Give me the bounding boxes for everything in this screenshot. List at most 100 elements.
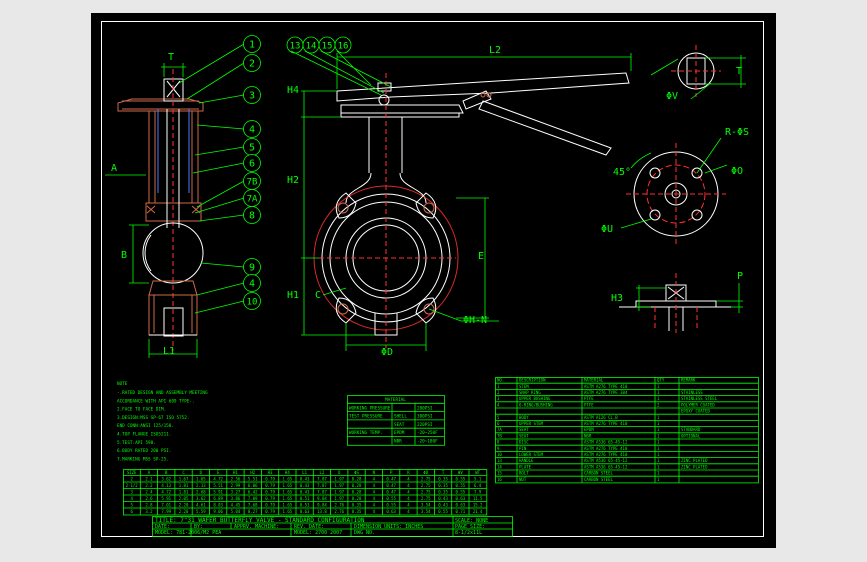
dim-table-cell: 0.35 bbox=[438, 489, 448, 494]
dim-L2: L2 bbox=[489, 45, 501, 56]
balloon-label: 2 bbox=[249, 59, 255, 70]
dim-table-cell: 0.79 bbox=[265, 502, 275, 507]
dim-table-header: H1 bbox=[233, 470, 238, 475]
parts-cell: ASTM A276 TYPE 304 bbox=[584, 390, 628, 395]
dim-table-cell: 7.87 bbox=[317, 483, 327, 488]
parts-cell: 7B bbox=[497, 433, 502, 438]
dim-table-cell: 1.97 bbox=[334, 489, 344, 494]
dim-table-cell: 0.79 bbox=[265, 496, 275, 501]
parts-cell: 7A bbox=[497, 427, 502, 432]
dim-table-cell: 2.75 bbox=[421, 496, 431, 501]
note-line: 6.BODY RATED 200 PSI. bbox=[117, 448, 171, 454]
parts-cell: 3 bbox=[497, 396, 500, 401]
dim-table-cell: 2.68 bbox=[196, 489, 206, 494]
balloon-label: 5 bbox=[249, 143, 255, 154]
dim-table-cell: 7.9 bbox=[474, 489, 482, 494]
dim-table-cell: 6.4 bbox=[474, 483, 482, 488]
balloon-label: 4 bbox=[249, 279, 255, 290]
balloon: 4 bbox=[243, 120, 261, 138]
dim-table-cell: 5.51 bbox=[248, 476, 258, 481]
dim-H1: H1 bbox=[287, 290, 299, 301]
balloon-label: 9 bbox=[249, 263, 255, 274]
parts-cell: 1 bbox=[657, 464, 660, 469]
dim-table-cell: 0.28 bbox=[352, 496, 362, 501]
dim-table-cell: 15.2 bbox=[473, 502, 483, 507]
dim-T-top: T bbox=[736, 66, 742, 77]
dim-table-cell: 0.63 bbox=[386, 509, 396, 514]
parts-cell: 2 bbox=[657, 402, 660, 407]
parts-cell: UPPER STEM bbox=[519, 421, 544, 426]
dim-table-cell: 6 bbox=[130, 509, 133, 514]
dim-phiD: ΦD bbox=[381, 347, 393, 358]
dim-table-cell: 21.4 bbox=[473, 509, 483, 514]
parts-cell: 1 bbox=[657, 433, 660, 438]
dim-table-cell: 3.62 bbox=[161, 476, 171, 481]
parts-cell: ASTM A276 TYPE 410 bbox=[584, 446, 628, 451]
spec-cell: NBR bbox=[394, 439, 402, 445]
dim-table-cell: 5 bbox=[130, 502, 133, 507]
dim-table-header: L2 bbox=[320, 470, 325, 475]
cad-drawing: T A B L1 1234567B7A8941013 14 15 16 L2 H… bbox=[101, 21, 764, 537]
dim-table-cell: 7.68 bbox=[248, 502, 258, 507]
dim-table-cell: 4 bbox=[373, 502, 376, 507]
dim-table-header: L1 bbox=[302, 470, 307, 475]
parts-cell: 1 bbox=[657, 390, 660, 395]
parts-cell: 10 bbox=[497, 452, 502, 457]
dim-table-cell: 7.09 bbox=[248, 496, 258, 501]
balloon-label: 6 bbox=[249, 159, 255, 170]
dim-table-cell: 7.87 bbox=[317, 489, 327, 494]
dim-table-header: D bbox=[200, 470, 203, 475]
dim-table-cell: 0.79 bbox=[265, 489, 275, 494]
dim-table-cell: 4 bbox=[373, 483, 376, 488]
parts-cell: DISC bbox=[519, 440, 529, 445]
spec-cell: WORKING TEMP. bbox=[349, 430, 383, 436]
parts-cell: 15 bbox=[497, 471, 502, 476]
balloon: 2 bbox=[243, 54, 261, 72]
parts-cell: 1 bbox=[657, 440, 660, 445]
dim-table-cell: 1.97 bbox=[334, 496, 344, 501]
dim-table-cell: 8.27 bbox=[248, 509, 258, 514]
dim-table-cell: 3.2 bbox=[145, 509, 153, 514]
dim-table-cell: 0.35 bbox=[352, 509, 362, 514]
title-block: TITLE: 7"31 WAFER BUTTERFLY VALVE - STAN… bbox=[152, 516, 513, 537]
dim-table-cell: 0.43 bbox=[438, 502, 448, 507]
balloon-label: 1 bbox=[249, 40, 255, 51]
balloon-label: 13 bbox=[290, 42, 301, 52]
spec-cell: EPDM bbox=[394, 430, 405, 436]
dim-table-cell: 2.1 bbox=[145, 476, 153, 481]
parts-cell: 1 bbox=[657, 458, 660, 463]
parts-cell: EPDM bbox=[584, 427, 594, 432]
parts-cell: PTFE bbox=[584, 396, 594, 401]
spec-cell: 220PSI bbox=[417, 422, 433, 428]
dim-table-cell: 6.89 bbox=[213, 496, 223, 501]
dim-table-header: SIZE bbox=[127, 470, 137, 475]
dim-table-cell: 2.76 bbox=[334, 502, 344, 507]
dim-phiV: ΦV bbox=[666, 91, 678, 102]
dim-table-cell: 2.8 bbox=[145, 502, 153, 507]
parts-cell: EPOXY COATED bbox=[681, 409, 710, 414]
dim-table-cell: 3.54 bbox=[421, 502, 431, 507]
note-line: END CONN:ANSI 125/150. bbox=[117, 423, 174, 429]
dim-table-cell: 0.43 bbox=[300, 476, 310, 481]
note-line: 5.TEST:API 598. bbox=[117, 440, 156, 446]
balloon: 15 bbox=[318, 36, 336, 54]
dim-table-header: C bbox=[182, 470, 185, 475]
parts-cell: ASTM A126 CL.B bbox=[584, 415, 618, 420]
balloon: 3 bbox=[243, 86, 261, 104]
dim-table-cell: 11.5 bbox=[473, 496, 483, 501]
dwg-no: DWG NO. bbox=[354, 530, 375, 536]
parts-cell: STAINLESS bbox=[681, 390, 703, 395]
title-text: TITLE: 7"31 WAFER BUTTERFLY VALVE - STAN… bbox=[155, 517, 365, 524]
dim-table-cell: 3.27 bbox=[231, 489, 241, 494]
parts-cell: 14 bbox=[497, 464, 502, 469]
parts-cell: O-RING/BUSHING bbox=[519, 402, 553, 407]
dim-table-cell: 4 bbox=[407, 483, 410, 488]
parts-cell: ASTM A536 65-45-12 bbox=[584, 440, 628, 445]
dim-table-header: ΦU bbox=[423, 470, 428, 475]
parts-cell: 1 bbox=[657, 396, 660, 401]
spec-cell: -20~250F bbox=[417, 430, 438, 436]
dim-C: C bbox=[315, 290, 321, 301]
parts-cell: ASTM A276 TYPE 410 bbox=[584, 384, 628, 389]
dim-table-cell: 0.63 bbox=[456, 502, 466, 507]
dim-table-cell: 0.63 bbox=[300, 509, 310, 514]
